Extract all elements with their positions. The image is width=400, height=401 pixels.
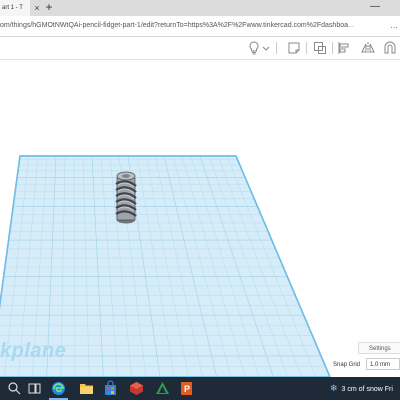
- magnet-icon[interactable]: [382, 40, 398, 56]
- cube-app-icon[interactable]: [128, 380, 145, 397]
- model-top-hole: [122, 174, 130, 178]
- settings-button[interactable]: Settings: [358, 342, 400, 354]
- toolbar-divider: [306, 42, 307, 54]
- weather-text: 3 cm of snow Fri: [341, 386, 393, 393]
- align-icon[interactable]: [336, 40, 352, 56]
- editor-toolbar: [0, 37, 400, 60]
- browser-tab[interactable]: art 1 - T: [0, 0, 30, 16]
- tab-close-icon[interactable]: ×: [32, 0, 42, 16]
- toolbar-divider: [332, 42, 333, 54]
- group-icon[interactable]: [312, 40, 328, 56]
- url-tail: ...: [348, 22, 354, 29]
- sketchup-icon[interactable]: [154, 380, 171, 397]
- search-icon[interactable]: [6, 380, 23, 397]
- url-text[interactable]: om/things/hGMOtNWtQAi-pencil-fidget-part…: [0, 16, 388, 36]
- workplane-label: kplane: [0, 340, 67, 362]
- snowflake-icon: ❄: [330, 383, 338, 393]
- pencil-fidget-model[interactable]: [115, 171, 137, 224]
- task-view-icon[interactable]: [26, 380, 43, 397]
- toolbar-divider: [276, 42, 277, 54]
- store-icon[interactable]: [102, 380, 119, 397]
- powerpoint-icon[interactable]: P: [178, 380, 195, 397]
- workplane[interactable]: [0, 60, 400, 377]
- lightbulb-icon[interactable]: [246, 40, 262, 56]
- edge-icon[interactable]: [50, 380, 67, 397]
- mirror-icon[interactable]: [360, 40, 376, 56]
- snap-grid-select[interactable]: 1.0 mm: [366, 358, 400, 370]
- browser-tab-bar: art 1 - T × + —: [0, 0, 400, 16]
- svg-text:P: P: [184, 384, 190, 394]
- windows-taskbar: P ❄ 3 cm of snow Fri: [0, 377, 400, 400]
- file-explorer-icon[interactable]: [78, 380, 95, 397]
- note-icon[interactable]: [286, 40, 302, 56]
- url-main: om/things/hGMOtNWtQAi-pencil-fidget-part…: [0, 22, 349, 29]
- weather-widget[interactable]: ❄ 3 cm of snow Fri: [330, 377, 393, 400]
- snap-grid-label: Snap Grid: [333, 362, 361, 368]
- address-more-icon[interactable]: …: [390, 16, 400, 36]
- editor-workspace[interactable]: kplane Settings Snap Grid 1.0 mm: [0, 60, 400, 377]
- address-bar[interactable]: om/things/hGMOtNWtQAi-pencil-fidget-part…: [0, 16, 400, 37]
- new-tab-button[interactable]: +: [42, 0, 56, 16]
- minimize-window-button[interactable]: —: [360, 0, 390, 16]
- chevron-down-icon[interactable]: [262, 40, 270, 56]
